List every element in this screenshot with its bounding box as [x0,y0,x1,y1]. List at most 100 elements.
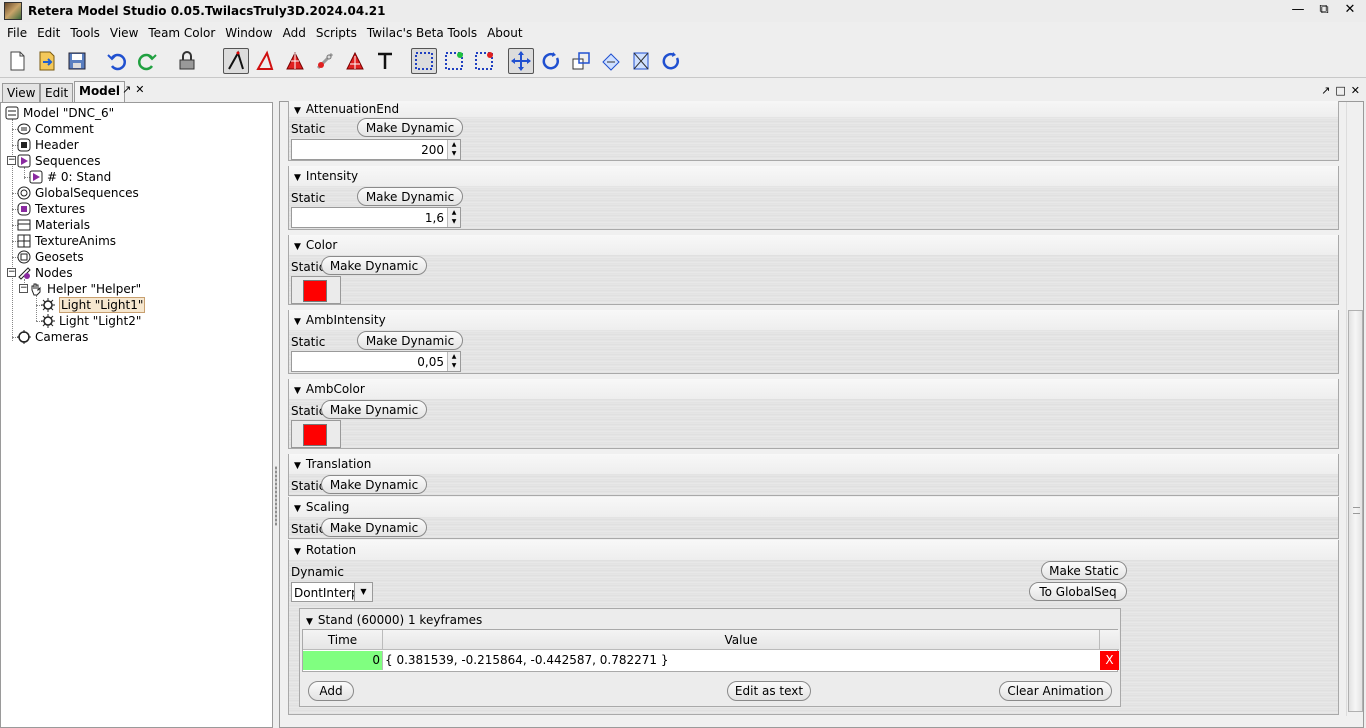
tree-node-nodes[interactable]: Nodes [17,265,73,281]
minimize-button[interactable]: — [1290,1,1306,19]
tree-node-materials[interactable]: Materials [17,217,90,233]
section-title[interactable]: ▼ AmbColor [294,382,365,396]
rotate-normal-icon[interactable] [658,48,684,74]
spinner-up-icon[interactable]: ▲ [448,140,460,149]
section-title[interactable]: ▼ AmbIntensity [294,313,386,327]
amb-intensity-spinner[interactable]: 0,05 ▲ ▼ [291,351,461,372]
vertical-scrollbar[interactable] [1346,102,1363,716]
close-tab-icon[interactable]: ✕ [135,83,144,96]
undock-icon[interactable]: ↗ [1321,84,1330,97]
spinner-up-icon[interactable]: ▲ [448,208,460,217]
extend-icon[interactable] [628,48,654,74]
menu-twilacs-beta-tools[interactable]: Twilac's Beta Tools [362,26,482,40]
tree-node-helper[interactable]: Helper "Helper" [29,281,141,297]
nodes-expander[interactable]: − [7,268,16,277]
maximize-panel-icon[interactable]: □ [1335,84,1345,97]
select-bone-icon[interactable] [342,48,368,74]
intensity-spinner[interactable]: 1,6 ▲ ▼ [291,207,461,228]
column-header-time[interactable]: Time [303,630,383,650]
spinner-down-icon[interactable]: ▼ [448,361,460,370]
make-dynamic-button[interactable]: Make Dynamic [357,118,463,137]
tree-node-comment[interactable]: Comment [17,121,94,137]
section-title[interactable]: ▼ Scaling [294,500,349,514]
make-dynamic-button[interactable]: Make Dynamic [357,187,463,206]
move-icon[interactable] [508,48,534,74]
tree-node-model[interactable]: Model "DNC_6" [5,105,114,121]
tree-node-geosets[interactable]: Geosets [17,249,84,265]
menu-add[interactable]: Add [278,26,311,40]
make-dynamic-button[interactable]: Make Dynamic [321,518,427,537]
helper-expander[interactable]: − [19,284,28,293]
tree-node-light2[interactable]: Light "Light2" [41,313,141,329]
text-icon[interactable] [372,48,398,74]
deselect-icon[interactable] [471,48,497,74]
rotate-icon[interactable] [538,48,564,74]
add-select-icon[interactable] [441,48,467,74]
tree-node-header[interactable]: Header [17,137,79,153]
open-file-icon[interactable] [34,48,60,74]
menu-window[interactable]: Window [220,26,277,40]
section-title[interactable]: ▼ Color [294,238,337,252]
tree-node-texture-anims[interactable]: TextureAnims [17,233,116,249]
menu-team-color[interactable]: Team Color [143,26,220,40]
new-file-icon[interactable] [4,48,30,74]
select-vertex-icon[interactable] [223,48,249,74]
section-title[interactable]: ▼ AttenuationEnd [294,102,399,116]
select-face-icon[interactable] [252,48,278,74]
tree-node-stand[interactable]: # 0: Stand [29,169,111,185]
make-dynamic-button[interactable]: Make Dynamic [357,331,463,350]
select-cluster-icon[interactable] [312,48,338,74]
to-global-seq-button[interactable]: To GlobalSeq [1029,582,1127,601]
tab-view[interactable]: View [2,83,41,102]
maximize-button[interactable]: ⧉ [1316,1,1332,19]
edit-as-text-button[interactable]: Edit as text [727,681,811,701]
column-header-value[interactable]: Value [383,630,1100,650]
make-static-button[interactable]: Make Static [1041,561,1127,580]
menu-scripts[interactable]: Scripts [311,26,362,40]
tree-node-textures[interactable]: Textures [17,201,85,217]
spinner-down-icon[interactable]: ▼ [448,217,460,226]
tab-edit[interactable]: Edit [40,83,74,102]
tree-node-global-sequences[interactable]: GlobalSequences [17,185,139,201]
make-dynamic-button[interactable]: Make Dynamic [321,256,427,275]
section-title[interactable]: ▼ Rotation [294,543,356,557]
section-title[interactable]: ▼ Translation [294,457,371,471]
chevron-down-icon[interactable]: ▼ [354,583,372,601]
spinner-up-icon[interactable]: ▲ [448,352,460,361]
add-keyframe-button[interactable]: Add [308,681,354,701]
close-panel-icon[interactable]: ✕ [1351,84,1360,97]
sequences-expander[interactable]: − [7,156,16,165]
close-button[interactable]: ✕ [1342,1,1358,19]
extrude-icon[interactable] [598,48,624,74]
save-icon[interactable] [64,48,90,74]
select-mode-icon[interactable] [411,48,437,74]
menu-edit[interactable]: Edit [32,26,65,40]
amb-color-picker[interactable] [291,420,341,448]
tree-node-sequences[interactable]: Sequences [17,153,100,169]
section-title[interactable]: ▼ Intensity [294,169,358,183]
undock-icon[interactable]: ↗ [122,83,131,96]
make-dynamic-button[interactable]: Make Dynamic [321,475,427,494]
color-picker[interactable] [291,276,341,304]
tree-node-light1[interactable]: Light "Light1" [41,297,146,313]
clear-animation-button[interactable]: Clear Animation [999,681,1112,701]
menu-tools[interactable]: Tools [65,26,105,40]
spinner-down-icon[interactable]: ▼ [448,149,460,158]
attenuation-end-spinner[interactable]: 200 ▲ ▼ [291,139,461,160]
keyframe-panel-title[interactable]: ▼ Stand (60000) 1 keyframes [306,613,482,627]
keyframe-time-cell[interactable]: 0 [303,651,383,670]
menu-view[interactable]: View [105,26,143,40]
interpolation-select[interactable]: DontInterp ▼ [291,582,373,602]
undo-icon[interactable] [104,48,130,74]
select-group-icon[interactable] [282,48,308,74]
scrollbar-thumb[interactable] [1348,310,1363,712]
tab-model[interactable]: Model [74,81,126,102]
scale-icon[interactable] [568,48,594,74]
menu-file[interactable]: File [2,26,32,40]
keyframe-value-cell[interactable]: { 0.381539, -0.215864, -0.442587, 0.7822… [385,651,1099,670]
delete-keyframe-button[interactable]: X [1100,651,1119,670]
redo-icon[interactable] [134,48,160,74]
tree-node-cameras[interactable]: Cameras [17,329,88,345]
lock-icon[interactable] [174,48,200,74]
make-dynamic-button[interactable]: Make Dynamic [321,400,427,419]
